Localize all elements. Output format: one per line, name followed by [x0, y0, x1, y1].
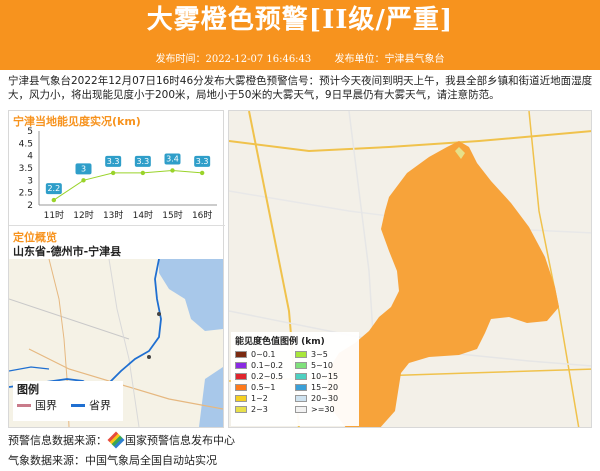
legend-national-border: 国界 [35, 399, 57, 412]
legend-item: 5~10 [295, 360, 355, 370]
legend-item: 0.1~0.2 [235, 360, 295, 370]
y-tick-label: 4 [27, 152, 33, 162]
series-line [53, 169, 203, 201]
legend-item: 2~3 [235, 404, 295, 414]
legend-label: 3~5 [311, 349, 328, 359]
legend-item: 0~0.1 [235, 349, 295, 359]
data-label: 3.4 [166, 154, 179, 163]
legend-swatch [295, 372, 307, 380]
y-tick-label: 4.5 [19, 139, 33, 149]
data-label: 3 [81, 164, 86, 173]
legend-item: 0.5~1 [235, 382, 295, 392]
footer-source-1: 预警信息数据来源： 国家预警信息发布中心 [8, 431, 598, 449]
data-point [140, 170, 146, 176]
publish-unit: 发布单位：宁津县气象台 [334, 54, 445, 65]
data-point [81, 178, 86, 183]
legend-items: 国界 省界 [13, 397, 123, 413]
y-tick-label: 2.5 [19, 189, 33, 199]
legend-item: 0.2~0.5 [235, 371, 295, 381]
legend-label: 5~10 [311, 360, 333, 370]
x-tick-label: 16时 [192, 209, 212, 221]
x-tick-label: 11时 [44, 209, 64, 221]
y-tick-label: 3 [27, 176, 33, 186]
legend-label: 15~20 [311, 382, 339, 392]
legend-swatch [295, 394, 307, 402]
location-panel: 定位概览 山东省-德州市-宁津县 图例 国界 省界 [9, 227, 225, 429]
visibility-legend: 能见度色值图例 (km) 0~0.1 3~5 0.1~0.2 5~10 0.2~0.5 1… [231, 332, 359, 426]
visibility-legend-title: 能见度色值图例 (km) [235, 337, 325, 347]
visibility-legend-grid: 0~0.1 3~5 0.1~0.2 5~10 0.2~0.5 10~15 0.5~1 15~2… [231, 349, 359, 414]
legend-label: >=30 [311, 404, 335, 414]
legend-swatch [295, 361, 307, 369]
left-panel: 宁津当地能见度实况(km) 5 4.5 4 3.5 3 2.5 2 2.2 11时 3 12时 3.3… [8, 110, 225, 429]
warning-title: 大雾橙色预警[II级/严重] [146, 5, 454, 35]
x-tick-label: 13时 [103, 209, 123, 221]
visibility-chart-panel: 宁津当地能见度实况(km) 5 4.5 4 3.5 3 2.5 2 2.2 11时 3 12时 3.3… [9, 111, 225, 226]
weather-source-label: 气象数据来源： [8, 454, 85, 467]
x-tick-label: 12时 [73, 209, 93, 221]
y-tick-label: 5 [27, 127, 33, 137]
legend-label: 1~2 [251, 393, 268, 403]
legend-swatch [235, 350, 247, 358]
legend-swatch [235, 372, 247, 380]
legend-province-border: 省界 [89, 399, 111, 412]
national-border-swatch [17, 403, 31, 407]
location-subtitle: 山东省-德州市-宁津县 [13, 245, 122, 258]
visibility-chart: 5 4.5 4 3.5 3 2.5 2 2.2 11时 3 12时 3.3 13时 3.3 14时 3.4 15… [19, 127, 217, 221]
data-label: 2.2 [47, 184, 60, 193]
weather-source-value: 中国气象局全国自动站实况 [85, 454, 217, 467]
legend-swatch [235, 405, 247, 413]
y-tick-label: 2 [27, 201, 33, 211]
warning-header: 大雾橙色预警[II级/严重] [0, 0, 600, 52]
legend-swatch [235, 394, 247, 402]
legend-item: >=30 [295, 404, 355, 414]
data-label: 3.3 [136, 157, 149, 166]
map-legend: 图例 国界 省界 [13, 381, 123, 421]
x-tick-label: 14时 [133, 209, 153, 221]
legend-label: 20~30 [311, 393, 339, 403]
data-point [170, 168, 175, 173]
legend-item: 20~30 [295, 393, 355, 403]
legend-label: 0.1~0.2 [251, 360, 284, 370]
legend-item: 3~5 [295, 349, 355, 359]
legend-item: 15~20 [295, 382, 355, 392]
legend-swatch [235, 361, 247, 369]
legend-label: 2~3 [251, 404, 268, 414]
legend-swatch [295, 405, 307, 413]
legend-title: 图例 [17, 383, 39, 396]
legend-swatch [295, 383, 307, 391]
legend-item: 10~15 [295, 371, 355, 381]
data-label: 3.3 [196, 157, 209, 166]
legend-label: 10~15 [311, 371, 339, 381]
data-label: 3.3 [107, 157, 120, 166]
footer-source-2: 气象数据来源：中国气象局全国自动站实况 [8, 452, 598, 468]
legend-swatch [235, 383, 247, 391]
y-tick-label: 3.5 [19, 164, 33, 174]
legend-label: 0~0.1 [251, 349, 276, 359]
legend-swatch [295, 350, 307, 358]
legend-item: 1~2 [235, 393, 295, 403]
warning-source-value[interactable]: 国家预警信息发布中心 [125, 432, 235, 448]
warning-description: 宁津县气象台2022年12月07日16时46分发布大雾橙色预警信号：预计今天夜间… [8, 75, 593, 101]
warning-source-label: 预警信息数据来源： [8, 434, 107, 447]
legend-label: 0.5~1 [251, 382, 276, 392]
warning-center-logo-icon [107, 431, 125, 449]
data-point [110, 170, 116, 176]
data-point [51, 197, 57, 203]
province-border-swatch [71, 403, 85, 407]
data-point [199, 170, 205, 176]
warning-meta: 发布时间：2022-12-07 16:46:43 发布单位：宁津县气象台 [0, 52, 600, 70]
publish-time: 发布时间：2022-12-07 16:46:43 [155, 54, 312, 65]
legend-label: 0.2~0.5 [251, 371, 284, 381]
x-tick-label: 15时 [162, 209, 182, 221]
